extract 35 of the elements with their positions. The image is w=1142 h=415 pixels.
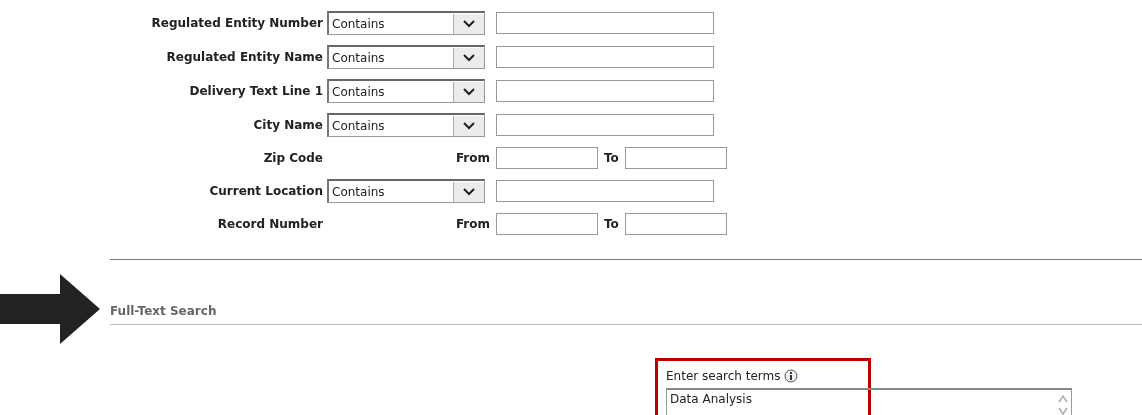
operator-dropdown[interactable]: Contains [327, 79, 485, 103]
caret-icon [453, 181, 484, 202]
field-label: Regulated Entity Name [165, 50, 323, 64]
operator-dropdown[interactable]: Contains [327, 113, 485, 137]
operator-dropdown[interactable]: Contains [327, 11, 485, 35]
from-input[interactable] [496, 147, 598, 169]
field-label: Record Number [216, 217, 323, 231]
info-icon[interactable] [784, 369, 799, 383]
to-label: To [604, 217, 619, 231]
text-input[interactable] [496, 114, 714, 136]
field-label: Current Location [208, 184, 323, 198]
operator-dropdown[interactable]: Contains [327, 179, 485, 203]
section-heading: Full-Text Search [110, 279, 1142, 325]
caret-icon [453, 47, 484, 68]
from-label: From [455, 217, 490, 231]
text-input[interactable] [496, 80, 714, 102]
from-label: From [455, 151, 490, 165]
caret-icon [453, 115, 484, 136]
arrow-icon [0, 274, 100, 344]
to-input[interactable] [624, 147, 727, 169]
field-label: Zip Code [262, 151, 323, 165]
caret-icon [453, 13, 484, 34]
to-input[interactable] [624, 213, 727, 235]
to-label: To [604, 151, 619, 165]
operator-dropdown[interactable]: Contains [327, 45, 485, 69]
text-input[interactable] [496, 180, 714, 202]
search-terms-field[interactable]: Data Analysis [666, 388, 1072, 415]
search-label: Enter search terms [666, 369, 799, 383]
caret-icon [453, 81, 484, 102]
field-label: Regulated Entity Number [150, 16, 323, 30]
field-label: City Name [252, 118, 323, 132]
text-input[interactable] [496, 12, 714, 34]
text-input[interactable] [496, 46, 714, 68]
from-input[interactable] [496, 213, 598, 235]
field-label: Delivery Text Line 1 [188, 84, 323, 98]
